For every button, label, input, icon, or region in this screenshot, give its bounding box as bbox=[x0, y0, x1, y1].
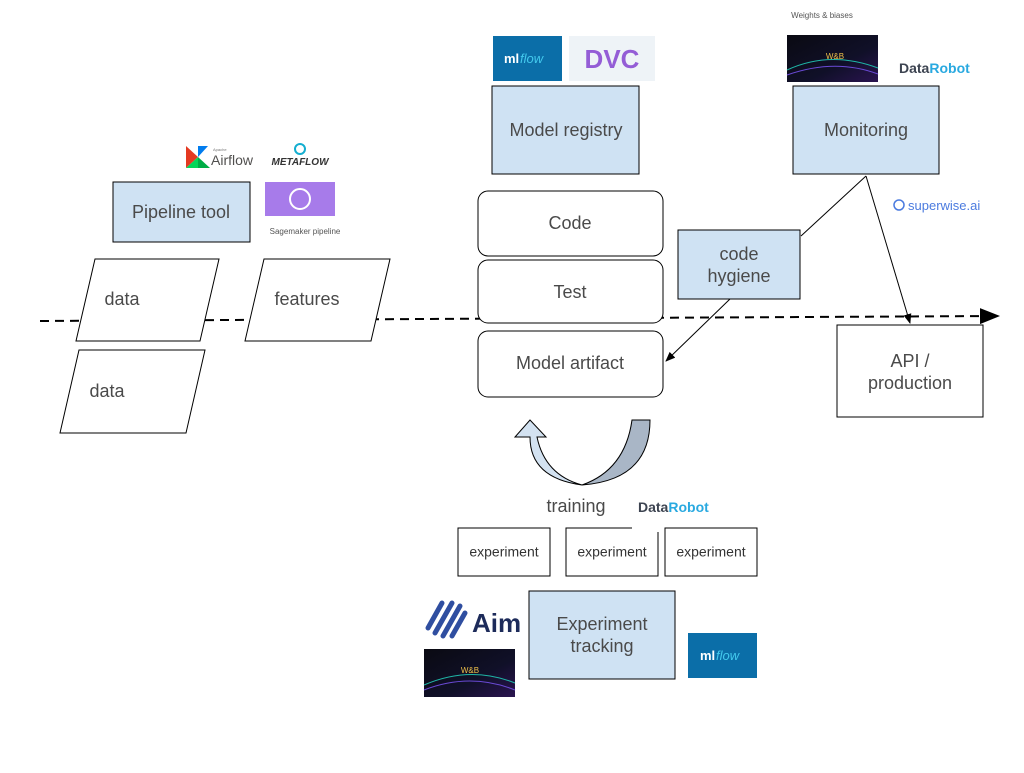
svg-text:flow: flow bbox=[520, 51, 545, 66]
svg-text:Test: Test bbox=[553, 282, 586, 302]
svg-text:Model artifact: Model artifact bbox=[516, 353, 624, 373]
svg-text:Monitoring: Monitoring bbox=[824, 120, 908, 140]
mlflow-logo-top: ml flow bbox=[493, 36, 562, 81]
svg-text:production: production bbox=[868, 373, 952, 393]
wandb-logo-top: W&B bbox=[786, 35, 879, 82]
test-box: Test bbox=[477, 259, 664, 324]
svg-text:API /: API / bbox=[890, 351, 929, 371]
pipeline-tool-box: Pipeline tool bbox=[112, 181, 251, 243]
data-input-1: data bbox=[75, 258, 220, 342]
sagemaker-label: Sagemaker pipeline bbox=[270, 227, 341, 236]
svg-text:ml: ml bbox=[504, 51, 519, 66]
experiment-box-2: experiment bbox=[565, 527, 659, 577]
svg-text:W&B: W&B bbox=[461, 666, 479, 675]
data-input-2: data bbox=[59, 349, 206, 434]
svg-text:DVC: DVC bbox=[585, 44, 640, 74]
airflow-logo: Apache Airflow bbox=[186, 146, 254, 168]
hygiene-to-artifact-arrow bbox=[665, 298, 731, 362]
experiment-box-3: experiment bbox=[664, 527, 758, 577]
mlops-diagram: Apache Airflow METAFLOW Sagemaker pipeli… bbox=[39, 11, 1000, 697]
svg-text:features: features bbox=[274, 289, 339, 309]
svg-text:Pipeline tool: Pipeline tool bbox=[132, 202, 230, 222]
svg-text:ml: ml bbox=[700, 648, 715, 663]
code-hygiene-box: code hygiene bbox=[677, 229, 801, 300]
model-registry-box: Model registry bbox=[491, 85, 640, 175]
svg-text:W&B: W&B bbox=[826, 52, 844, 61]
monitoring-to-api-arrow bbox=[865, 175, 912, 324]
svg-text:superwise.ai: superwise.ai bbox=[908, 198, 980, 213]
mlflow-logo-bottom: ml flow bbox=[688, 633, 757, 678]
svg-text:experiment: experiment bbox=[676, 544, 745, 560]
svg-text:Experiment: Experiment bbox=[556, 614, 647, 634]
superwise-logo: superwise.ai bbox=[893, 198, 980, 213]
datarobot-logo-top: DataRobot bbox=[899, 60, 970, 76]
training-label: training bbox=[546, 496, 605, 516]
svg-text:code: code bbox=[719, 244, 758, 264]
svg-text:Airflow: Airflow bbox=[211, 152, 254, 168]
metaflow-logo: METAFLOW bbox=[271, 143, 330, 168]
dvc-logo: DVC bbox=[569, 36, 655, 81]
aim-logo: Aim bbox=[425, 600, 521, 639]
svg-text:flow: flow bbox=[716, 648, 741, 663]
svg-text:Code: Code bbox=[548, 213, 591, 233]
svg-text:Aim: Aim bbox=[472, 608, 521, 638]
svg-text:tracking: tracking bbox=[570, 636, 633, 656]
api-production-box: API / production bbox=[836, 324, 984, 418]
features-input: features bbox=[244, 258, 391, 342]
svg-text:Model registry: Model registry bbox=[509, 120, 622, 140]
svg-text:DataRobot: DataRobot bbox=[899, 60, 970, 76]
svg-text:METAFLOW: METAFLOW bbox=[271, 157, 330, 168]
training-loop-arrow bbox=[513, 419, 651, 486]
svg-text:data: data bbox=[89, 381, 125, 401]
svg-text:experiment: experiment bbox=[577, 544, 646, 560]
svg-text:hygiene: hygiene bbox=[707, 266, 770, 286]
datarobot-logo-training: DataRobot bbox=[638, 499, 709, 515]
sagemaker-logo bbox=[265, 182, 335, 216]
experiment-box-1: experiment bbox=[457, 527, 551, 577]
monitoring-box: Monitoring bbox=[792, 85, 940, 175]
svg-text:experiment: experiment bbox=[469, 544, 538, 560]
svg-text:data: data bbox=[104, 289, 140, 309]
code-box: Code bbox=[477, 190, 664, 257]
wandb-logo-bottom: W&B bbox=[423, 649, 516, 697]
svg-text:DataRobot: DataRobot bbox=[638, 499, 709, 515]
experiment-tracking-box: Experiment tracking bbox=[528, 590, 676, 680]
monitoring-to-hygiene-line bbox=[800, 175, 867, 237]
wandb-caption: Weights & biases bbox=[791, 11, 853, 20]
model-artifact-box: Model artifact bbox=[477, 330, 664, 398]
